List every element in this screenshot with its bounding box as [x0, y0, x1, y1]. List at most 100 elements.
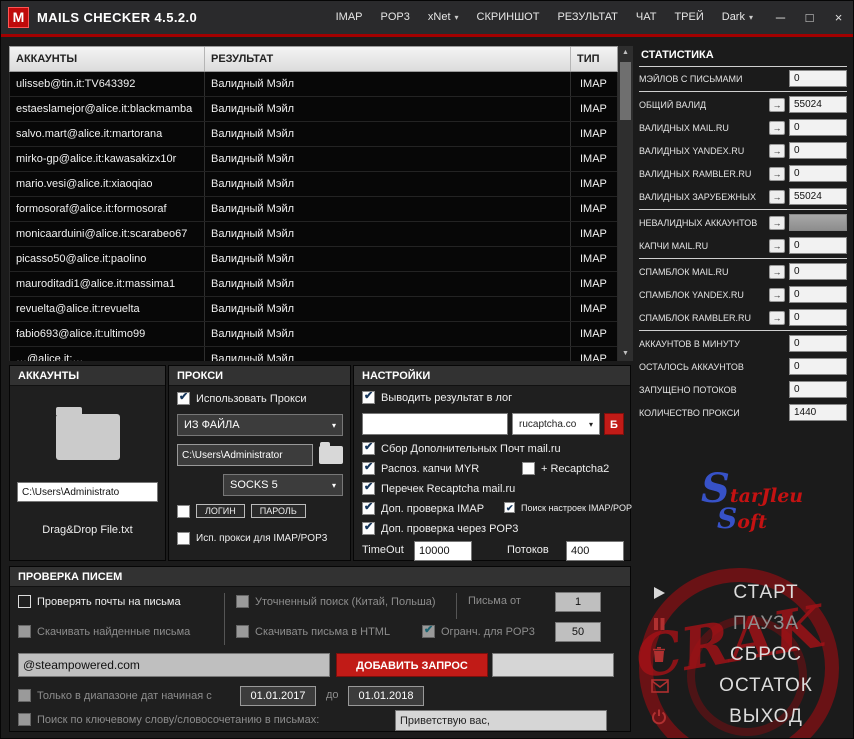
- export-icon[interactable]: →: [769, 215, 785, 230]
- keyword-input[interactable]: [395, 710, 607, 731]
- check-mail-for-letters-checkbox[interactable]: [18, 595, 31, 608]
- menu-xnet-dropdown[interactable]: xNet ▾: [419, 1, 468, 34]
- proxy-type-select[interactable]: SOCKS 5 ▾: [223, 474, 343, 496]
- table-row[interactable]: revuelta@alice.it:revuelta Валидный Мэйл I…: [10, 297, 617, 322]
- search-query-input[interactable]: [18, 653, 330, 677]
- accounts-panel-title: АККАУНТЫ: [10, 366, 165, 386]
- date-to-label: до: [326, 689, 339, 701]
- exit-button[interactable]: ВЫХОД: [639, 701, 849, 732]
- proxy-for-imap-checkbox[interactable]: [177, 532, 190, 545]
- pop3-limit-input[interactable]: [555, 622, 601, 642]
- stat-valid-rambler: ВАЛИДНЫХ RAMBLER.RU → 0: [639, 162, 847, 185]
- stat-proxy-count: КОЛИЧЕСТВО ПРОКСИ 1440: [639, 401, 847, 424]
- pop3-extra-check-checkbox[interactable]: [362, 521, 375, 535]
- download-letters-html-checkbox[interactable]: [236, 625, 249, 638]
- menu-result[interactable]: РЕЗУЛЬТАТ: [548, 1, 626, 34]
- remainder-button[interactable]: ОСТАТОК: [639, 670, 849, 701]
- date-from-input[interactable]: [240, 686, 316, 706]
- table-row[interactable]: ulisseb@tin.it:TV643392 Валидный Мэйл IMAP: [10, 72, 617, 97]
- export-icon[interactable]: →: [769, 97, 785, 112]
- browse-folder-icon[interactable]: [319, 442, 343, 464]
- mailcheck-panel-title: ПРОВЕРКА ПИСЕМ: [10, 567, 630, 587]
- keyword-search-checkbox[interactable]: [18, 713, 31, 726]
- accounts-file-path-input[interactable]: [17, 482, 158, 502]
- stat-value: 0: [789, 335, 847, 352]
- pop3-limit-checkbox[interactable]: [422, 624, 435, 638]
- table-row[interactable]: monicaarduini@alice.it:scarabeo67 Валидны…: [10, 222, 617, 247]
- start-button[interactable]: СТАРТ: [639, 577, 849, 608]
- export-icon[interactable]: →: [769, 310, 785, 325]
- maximize-button[interactable]: □: [795, 1, 824, 34]
- proxy-login-field[interactable]: ЛОГИН: [196, 504, 245, 518]
- folder-icon[interactable]: [56, 407, 120, 460]
- use-proxy-checkbox[interactable]: [177, 391, 190, 405]
- pause-button[interactable]: ПАУЗА: [639, 608, 849, 639]
- chevron-down-icon: ▾: [588, 419, 593, 429]
- table-row[interactable]: picasso50@alice.it:paolino Валидный Мэйл I…: [10, 247, 617, 272]
- export-icon[interactable]: →: [769, 264, 785, 279]
- export-icon[interactable]: →: [769, 189, 785, 204]
- captcha-recognition-checkbox[interactable]: [362, 461, 375, 475]
- export-icon[interactable]: →: [769, 238, 785, 253]
- export-icon[interactable]: →: [769, 287, 785, 302]
- threads-input[interactable]: [566, 541, 624, 561]
- column-header-type[interactable]: ТИП: [571, 47, 617, 71]
- table-scrollbar[interactable]: ▲ ▼: [618, 46, 633, 361]
- menu-screenshot[interactable]: СКРИНШОТ: [468, 1, 549, 34]
- stat-accounts-per-minute: АККАУНТОВ В МИНУТУ 0: [639, 332, 847, 355]
- table-row[interactable]: formosoraf@alice.it:formosoraf Валидный М…: [10, 197, 617, 222]
- export-icon[interactable]: →: [769, 120, 785, 135]
- download-found-letters-checkbox[interactable]: [18, 625, 31, 638]
- titlebar[interactable]: M MAILS CHECKER 4.5.2.0 IMAP POP3 xNet ▾ …: [1, 1, 853, 34]
- captcha-service-select[interactable]: rucaptcha.co ▾: [512, 413, 600, 435]
- table-row[interactable]: mario.vesi@alice.it:xiaoqiao Валидный Мэй…: [10, 172, 617, 197]
- scroll-up-icon[interactable]: ▲: [622, 46, 629, 60]
- minimize-button[interactable]: ─: [766, 1, 795, 34]
- table-row[interactable]: mauroditadi1@alice.it:massima1 Валидный М…: [10, 272, 617, 297]
- stat-value: 0: [789, 165, 847, 182]
- captcha-key-input[interactable]: [362, 413, 508, 435]
- proxy-password-field[interactable]: ПАРОЛЬ: [250, 504, 306, 518]
- table-row[interactable]: …@alice.it:… Валидный Мэйл IMAP: [10, 347, 617, 361]
- column-header-result[interactable]: РЕЗУЛЬТАТ: [205, 47, 571, 71]
- stat-value: 0: [789, 142, 847, 159]
- refined-search-checkbox[interactable]: [236, 595, 249, 608]
- chevron-down-icon: ▾: [331, 480, 336, 490]
- date-range-checkbox[interactable]: [18, 689, 31, 702]
- proxy-auth-checkbox[interactable]: [177, 504, 190, 518]
- letters-from-input[interactable]: [555, 592, 601, 612]
- column-header-accounts[interactable]: АККАУНТЫ: [10, 47, 205, 71]
- menu-chat[interactable]: ЧАТ: [627, 1, 666, 34]
- timeout-input[interactable]: [414, 541, 472, 561]
- stat-value: 55024: [789, 96, 847, 113]
- reset-button[interactable]: СБРОС: [639, 639, 849, 670]
- imap-extra-check-checkbox[interactable]: [362, 501, 375, 515]
- menu-pop3[interactable]: POP3: [372, 1, 419, 34]
- theme-select[interactable]: Dark ▾: [713, 1, 762, 34]
- export-icon[interactable]: →: [769, 166, 785, 181]
- recheck-recaptcha-checkbox[interactable]: [362, 481, 375, 495]
- table-row[interactable]: fabio693@alice.it:ultimo99 Валидный Мэйл I…: [10, 322, 617, 347]
- export-icon[interactable]: →: [769, 143, 785, 158]
- close-button[interactable]: ×: [824, 1, 853, 34]
- stat-value: 0: [789, 70, 847, 87]
- menu-imap[interactable]: IMAP: [327, 1, 372, 34]
- table-row[interactable]: salvo.mart@alice.it:martorana Валидный Мэ…: [10, 122, 617, 147]
- recaptcha2-checkbox[interactable]: [522, 462, 535, 475]
- scroll-down-icon[interactable]: ▼: [622, 347, 629, 361]
- proxy-file-path-input[interactable]: [177, 444, 313, 466]
- imap-settings-search-checkbox[interactable]: [504, 502, 515, 515]
- collect-extra-mail-checkbox[interactable]: [362, 441, 375, 455]
- proxy-source-select[interactable]: ИЗ ФАЙЛА ▾: [177, 414, 343, 436]
- extra-query-input[interactable]: [492, 653, 614, 677]
- log-output-checkbox[interactable]: [362, 390, 375, 404]
- stat-value: 0: [789, 358, 847, 375]
- menu-tray[interactable]: ТРЕЙ: [665, 1, 712, 34]
- balance-button[interactable]: Б: [604, 413, 624, 435]
- scrollbar-thumb[interactable]: [620, 62, 631, 120]
- date-to-input[interactable]: [348, 686, 424, 706]
- accent-line: [1, 34, 853, 37]
- table-row[interactable]: mirko-gp@alice.it:kawasakizx10r Валидный …: [10, 147, 617, 172]
- add-query-button[interactable]: ДОБАВИТЬ ЗАПРОС: [336, 653, 488, 677]
- table-row[interactable]: estaeslamejor@alice.it:blackmamba Валидны…: [10, 97, 617, 122]
